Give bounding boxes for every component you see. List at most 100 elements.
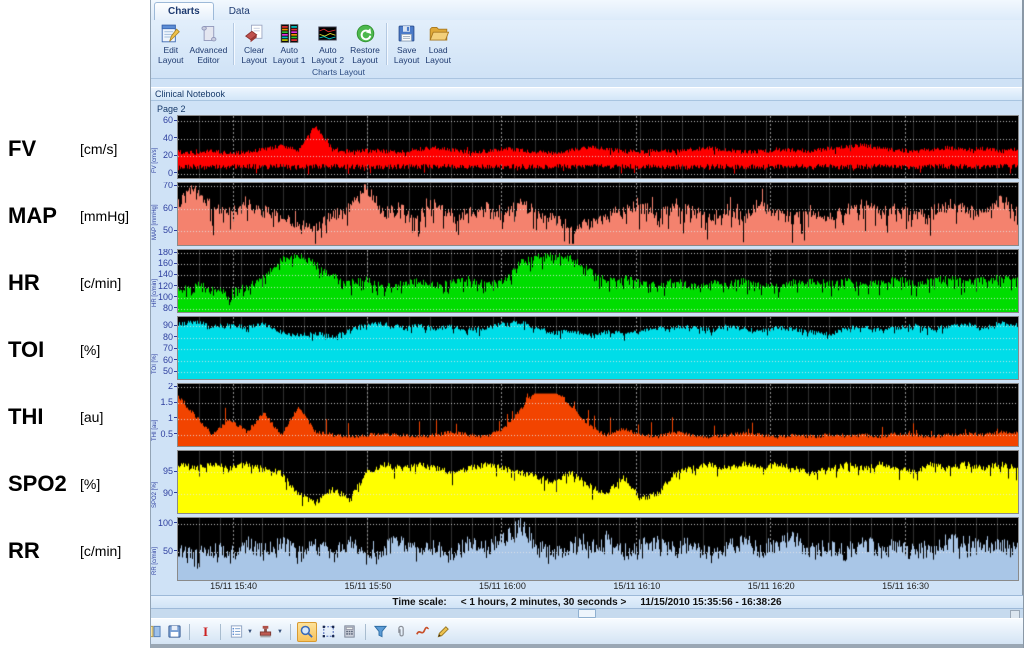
y-axis-rotated-label: MAP [mmHg] bbox=[152, 204, 158, 240]
y-axis-map: MAP [mmHg] 50 60 70 bbox=[151, 182, 177, 246]
signal-name: FV bbox=[0, 136, 80, 162]
y-axis-hr: HR [c/min]80100120140160180 bbox=[151, 249, 177, 313]
chart-plot-spo2[interactable] bbox=[177, 450, 1019, 514]
signal-annotation-fv: FV[cm/s] bbox=[0, 115, 150, 182]
y-axis-toi: TOI [%]5060708090 bbox=[151, 316, 177, 380]
notes-button[interactable] bbox=[227, 623, 245, 641]
window-bottom-border bbox=[151, 644, 1023, 648]
calculator-button[interactable] bbox=[341, 623, 359, 641]
chart-plot-rr[interactable] bbox=[177, 517, 1019, 581]
ribbon-tab-row: ChartsData bbox=[151, 0, 1022, 20]
y-axis-thi: THI [au]0.511.52 bbox=[151, 383, 177, 447]
y-axis-rotated-label: THI [au] bbox=[152, 420, 158, 441]
y-tick-label: 100 bbox=[158, 292, 177, 301]
y-axis-rotated-label: FV [cm/s] bbox=[152, 148, 158, 173]
auto-layout-1-button[interactable]: AutoLayout 1 bbox=[270, 22, 309, 66]
pencil-button[interactable] bbox=[435, 623, 453, 641]
signal-name: RR bbox=[0, 538, 80, 564]
tab-charts[interactable]: Charts bbox=[154, 2, 214, 20]
advanced-editor-button[interactable]: AdvancedEditor bbox=[187, 22, 231, 66]
y-tick-label: 1.5 bbox=[160, 398, 177, 407]
signal-annotation-thi: THI[au] bbox=[0, 383, 150, 450]
transform-icon bbox=[321, 624, 336, 639]
y-tick-label: 0 bbox=[168, 168, 177, 177]
advanced-editor-icon bbox=[197, 23, 220, 44]
y-tick-label: 40 bbox=[163, 133, 177, 142]
y-tick-label: 1 bbox=[168, 413, 177, 422]
chart-plot-thi[interactable] bbox=[177, 383, 1019, 447]
bottom-toolbar: ▼▼ bbox=[151, 618, 1023, 644]
pencil-icon bbox=[436, 624, 451, 639]
scrollbar-thumb[interactable] bbox=[578, 609, 596, 618]
save-button[interactable] bbox=[165, 623, 183, 641]
chart-plot-hr[interactable] bbox=[177, 249, 1019, 313]
signal-unit: [c/min] bbox=[80, 543, 121, 559]
y-tick-label: 180 bbox=[158, 249, 177, 257]
signal-unit: [mmHg] bbox=[80, 208, 129, 224]
dropdown-caret-icon[interactable]: ▼ bbox=[247, 629, 253, 635]
toolbar-separator bbox=[220, 624, 221, 640]
notes-icon bbox=[229, 624, 244, 639]
chart-plot-map[interactable] bbox=[177, 182, 1019, 246]
annotation-ibeam-button[interactable] bbox=[196, 623, 214, 641]
time-tick-label: 15/11 15:40 bbox=[210, 581, 257, 591]
annotation-ibeam-icon bbox=[198, 624, 213, 639]
signal-name: HR bbox=[0, 270, 80, 296]
time-axis: 15/11 15:4015/11 15:5015/11 16:0015/11 1… bbox=[178, 581, 1020, 594]
signal-name: TOI bbox=[0, 337, 80, 363]
paperclip-button[interactable] bbox=[393, 623, 411, 641]
y-axis-rr: RR [c/min]50100 bbox=[151, 517, 177, 581]
filter-button[interactable] bbox=[372, 623, 390, 641]
chart-plot-toi[interactable] bbox=[177, 316, 1019, 380]
notebook-title: Clinical Notebook bbox=[155, 89, 225, 99]
stamp-button[interactable] bbox=[257, 623, 275, 641]
signal-annotations: FV[cm/s]MAP[mmHg]HR[c/min]TOI[%]THI[au]S… bbox=[0, 115, 150, 584]
y-tick-label: 100 bbox=[158, 518, 177, 527]
signal-unit: [%] bbox=[80, 476, 100, 492]
ribbon-group-separator bbox=[386, 23, 388, 65]
auto-layout-2-button[interactable]: AutoLayout 2 bbox=[309, 22, 348, 66]
clear-layout-icon bbox=[243, 23, 266, 44]
toolbar-separator bbox=[290, 624, 291, 640]
save-layout-button[interactable]: SaveLayout bbox=[391, 22, 423, 66]
time-tick-label: 15/11 16:00 bbox=[479, 581, 526, 591]
chart-row-hr: HR [c/min]80100120140160180 bbox=[151, 249, 1023, 313]
tab-data[interactable]: Data bbox=[216, 3, 263, 20]
y-tick-label: 80 bbox=[163, 332, 177, 341]
chart-row-toi: TOI [%]5060708090 bbox=[151, 316, 1023, 380]
restore-layout-button[interactable]: RestoreLayout bbox=[347, 22, 383, 66]
auto-layout-1-icon bbox=[278, 23, 301, 44]
y-tick-label: 70 bbox=[163, 182, 177, 190]
save-icon bbox=[167, 624, 182, 639]
zoom-button[interactable] bbox=[297, 622, 317, 642]
report-button[interactable] bbox=[151, 623, 162, 641]
ribbon-group-separator bbox=[233, 23, 235, 65]
toolbar-separator bbox=[189, 624, 190, 640]
app-window: ChartsData EditLayoutAdvancedEditorClear… bbox=[150, 0, 1024, 648]
notebook-bar: Clinical Notebook bbox=[151, 87, 1022, 101]
freehand-icon bbox=[415, 624, 430, 639]
y-tick-label: 90 bbox=[163, 321, 177, 330]
y-tick-label: 50 bbox=[163, 546, 177, 555]
signal-unit: [%] bbox=[80, 342, 100, 358]
signal-name: MAP bbox=[0, 203, 80, 229]
signal-unit: [c/min] bbox=[80, 275, 121, 291]
chart-row-map: MAP [mmHg] 50 60 70 bbox=[151, 182, 1023, 246]
dropdown-caret-icon[interactable]: ▼ bbox=[277, 629, 283, 635]
edit-layout-button[interactable]: EditLayout bbox=[155, 22, 187, 66]
signal-name: THI bbox=[0, 404, 80, 430]
clear-layout-button[interactable]: ClearLayout bbox=[238, 22, 270, 66]
y-axis-spo2: SPO2 [%]9095 bbox=[151, 450, 177, 514]
chart-plot-fv[interactable] bbox=[177, 115, 1019, 179]
charts-area: FV [cm/s]0204060MAP [mmHg]506070HR [c/mi… bbox=[151, 115, 1023, 584]
freehand-button[interactable] bbox=[414, 623, 432, 641]
ribbon-group-caption: Charts Layout bbox=[251, 67, 426, 77]
ribbon: ChartsData EditLayoutAdvancedEditorClear… bbox=[151, 0, 1022, 79]
horizontal-scrollbar[interactable] bbox=[151, 609, 1023, 618]
y-tick-label: 50 bbox=[163, 226, 177, 235]
y-tick-label: 60 bbox=[163, 203, 177, 212]
time-scale-value[interactable]: < 1 hours, 2 minutes, 30 seconds > bbox=[461, 597, 627, 608]
y-axis-rotated-label: TOI [%] bbox=[152, 354, 158, 374]
transform-button[interactable] bbox=[320, 623, 338, 641]
load-layout-button[interactable]: LoadLayout bbox=[422, 22, 454, 66]
